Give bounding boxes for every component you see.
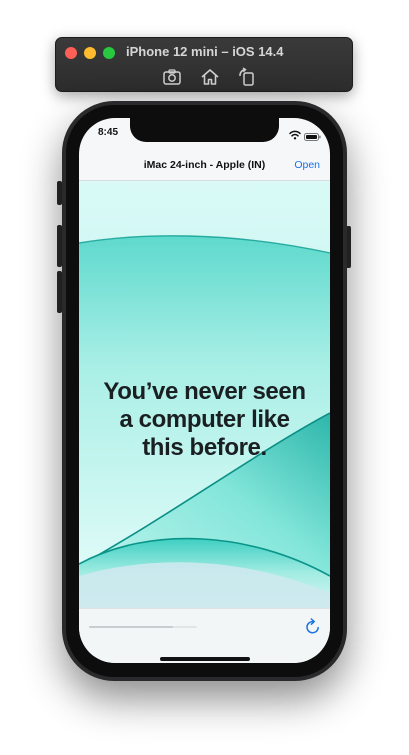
screenshot-icon[interactable] bbox=[161, 66, 183, 88]
home-icon[interactable] bbox=[199, 66, 221, 88]
minimize-window-button[interactable] bbox=[84, 47, 96, 59]
home-indicator[interactable] bbox=[160, 657, 250, 661]
iphone-screen: 8:45 iMac 24-inch - Apple (IN) Open You’… bbox=[79, 118, 330, 663]
page-load-progress-fill bbox=[89, 626, 174, 628]
open-button[interactable]: Open bbox=[294, 159, 320, 171]
simulator-window: iPhone 12 mini – iOS 14.4 bbox=[55, 37, 353, 92]
hero-banner: You’ve never seen a computer like this b… bbox=[79, 181, 330, 608]
hero-headline: You’ve never seen a computer like this b… bbox=[79, 378, 330, 462]
simulator-toolbar bbox=[56, 66, 352, 88]
zoom-window-button[interactable] bbox=[103, 47, 115, 59]
reload-icon[interactable] bbox=[305, 618, 321, 635]
rotate-icon[interactable] bbox=[236, 66, 258, 88]
battery-icon bbox=[304, 128, 321, 141]
simulator-stage: iPhone 12 mini – iOS 14.4 8:45 iMac 24-i… bbox=[0, 0, 409, 755]
close-window-button[interactable] bbox=[65, 47, 77, 59]
wifi-icon bbox=[289, 127, 301, 140]
notch bbox=[130, 118, 279, 142]
page-load-progress bbox=[89, 626, 197, 628]
status-time: 8:45 bbox=[98, 127, 119, 138]
hero-headline-line: You’ve never seen bbox=[103, 378, 306, 405]
simulator-title: iPhone 12 mini – iOS 14.4 bbox=[126, 44, 284, 59]
page-title: iMac 24-inch - Apple (IN) bbox=[143, 159, 266, 171]
hero-headline-line: a computer like bbox=[119, 406, 290, 433]
browser-bottom-bar bbox=[79, 608, 330, 663]
hero-headline-line: this before. bbox=[142, 434, 267, 461]
browser-nav-bar: iMac 24-inch - Apple (IN) Open bbox=[79, 153, 330, 181]
